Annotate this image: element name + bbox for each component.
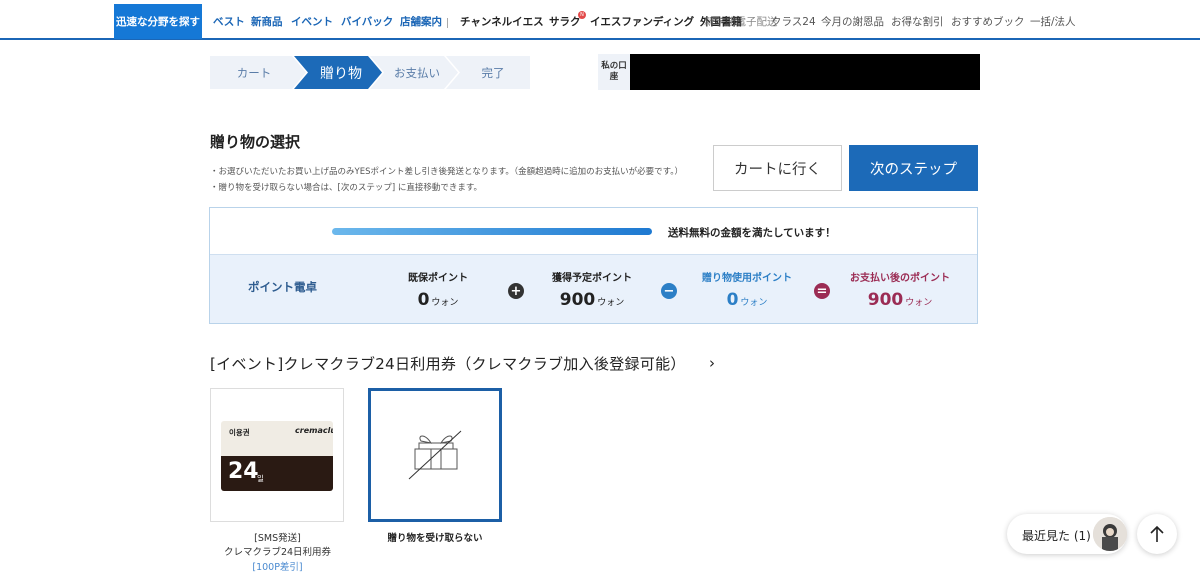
gift-1-caption-line1: [SMS発送] [254,533,301,544]
nav-category-search-button[interactable]: 迅速な分野を探す [114,4,202,39]
nav-item-stores[interactable]: 店舗案内 [400,4,442,39]
nav-item-sarak[interactable]: サラク [549,4,581,39]
page-title: 贈り物の選択 [210,133,301,151]
next-step-button[interactable]: 次のステップ [849,145,978,191]
nav-divider [447,18,448,28]
nav-item-buyback[interactable]: バイバック [341,4,393,39]
nav-item-yes-funding[interactable]: イエスファンディング [590,4,694,39]
points-gift-used: 贈り物使用ポイント 0 ウォン [687,269,807,310]
recently-viewed-label: 最近見た (1) [1022,529,1091,543]
coupon-image: 이용권 cremaclub 24 일 [221,421,333,491]
top-navigation: 迅速な分野を探す ベスト 新商品 イベント バイバック 店舗案内 チャンネルイエ… [0,4,1200,40]
my-account-box: 私の口座 [598,54,980,90]
nav-item-new-semester[interactable]: 新学期電子配送 [704,4,778,39]
thumbnail-image [1093,517,1127,551]
points-after-payment-title: お支払い後のポイント [850,273,950,284]
recently-viewed-button[interactable]: 最近見た (1) [1007,514,1127,554]
points-gift-used-title: 贈り物使用ポイント [702,273,792,284]
free-shipping-message: 送料無料の金額を満たしています！ [668,227,836,239]
shipping-status: 送料無料の金額を満たしています！ [210,208,977,255]
points-current-value: 0 ウォン [417,290,459,310]
nav-item-class24[interactable]: クラス24 [771,4,816,39]
equals-icon: = [814,283,830,299]
nav-item-event[interactable]: イベント [291,4,333,39]
recent-item-thumbnail [1093,517,1127,551]
chevron-right-icon[interactable]: › [709,354,715,372]
points-current-title: 既保ポイント [408,273,468,284]
account-redacted [630,54,980,90]
gift-1-caption-line2: クレマクラブ24日利用券 [223,547,332,558]
points-current: 既保ポイント 0 ウォン [378,269,498,310]
points-gift-used-value: 0 ウォン [726,290,768,310]
note-line-1: ・お選びいただいたお買い上げ品のみYESポイント差し引き後発送となります。（金額… [210,167,684,177]
coupon-day-unit: 일 [257,474,264,483]
note-line-2: ・贈り物を受け取らない場合は、[次のステップ] に直接移動できます。 [210,183,482,193]
crema-logo: cremaclub [295,426,333,435]
points-after-payment: お支払い後のポイント 900 ウォン [840,269,960,310]
step-gift: 贈り物 [320,65,362,82]
points-expected: 獲得予定ポイント 900 ウォン [532,269,652,310]
nav-item-recommend[interactable]: おすすめブック [951,4,1025,39]
points-panel: 送料無料の金額を満たしています！ ポイント電卓 既保ポイント 0 ウォン + 獲得… [209,207,978,324]
gift-1-price: [100P差引] [252,562,303,573]
points-after-payment-value: 900 ウォン [867,290,933,310]
arrow-up-icon [1150,525,1164,542]
step-payment: お支払い [394,65,440,80]
coupon-label: 이용권 [229,428,250,437]
plus-icon: + [508,283,524,299]
nav-item-bulk[interactable]: 一括/法人 [1030,4,1076,39]
new-badge: N [578,11,586,19]
points-expected-title: 獲得予定ポイント [552,273,632,284]
nav-item-channel-yes[interactable]: チャンネルイエス [460,4,544,39]
nav-item-discount[interactable]: お得な割引 [891,4,944,39]
point-calculator-label: ポイント電卓 [248,280,317,294]
go-to-cart-button[interactable]: カートに行く [713,145,842,191]
event-title[interactable]: [イベント]クレマクラブ24日利用券（クレマクラブ加入後登録可能） [210,353,686,374]
nav-item-new[interactable]: 新商品 [251,4,283,39]
minus-icon: − [661,283,677,299]
points-expected-value: 900 ウォン [559,290,625,310]
my-account-label: 私の口座 [598,54,630,90]
free-shipping-progress-bar [332,228,652,235]
gift-option-crema-coupon[interactable]: 이용권 cremaclub 24 일 [210,388,344,522]
coupon-days: 24 [228,459,259,484]
no-gift-icon [408,430,462,480]
checkout-steps: カート 贈り物 お支払い 完了 [210,56,530,89]
step-cart: カート [236,65,272,80]
gift-2-caption: 贈り物を受け取らない [387,533,483,544]
scroll-to-top-button[interactable] [1137,514,1177,554]
nav-item-best[interactable]: ベスト [213,4,245,39]
step-done: 完了 [481,65,505,80]
gift-option-decline[interactable] [368,388,502,522]
nav-item-monthly-gift[interactable]: 今月の謝恩品 [821,4,884,39]
point-calculator: ポイント電卓 既保ポイント 0 ウォン + 獲得予定ポイント 900 ウォン − 贈… [210,255,977,323]
